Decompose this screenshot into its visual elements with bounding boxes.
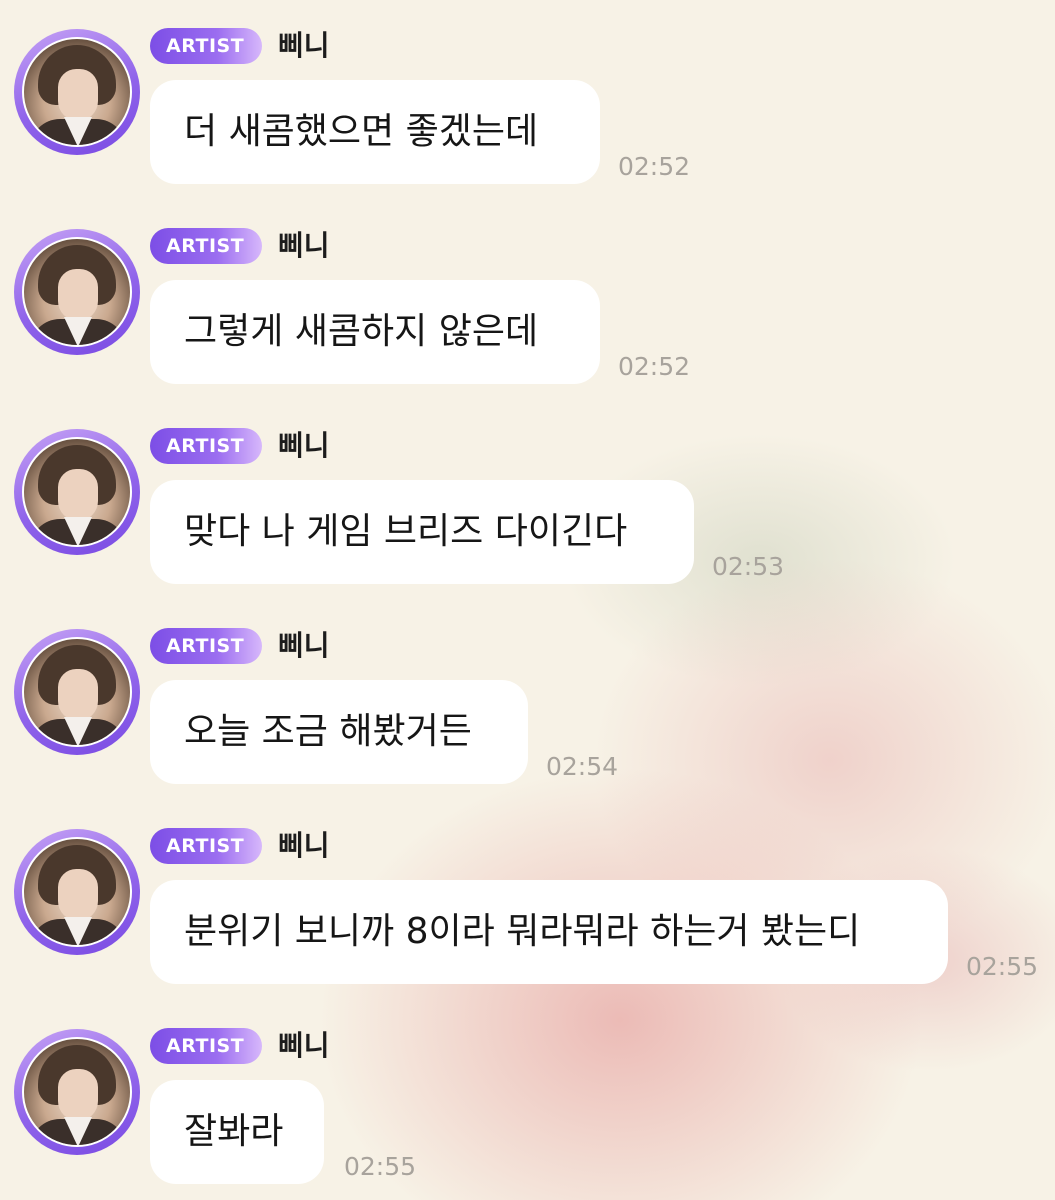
avatar-face bbox=[58, 69, 98, 121]
artist-badge: ARTIST bbox=[150, 228, 262, 264]
artist-badge: ARTIST bbox=[150, 1028, 262, 1064]
message-time: 02:55 bbox=[344, 1152, 417, 1181]
avatar-face bbox=[58, 469, 98, 521]
sender-name: 삐니 bbox=[278, 829, 330, 862]
chat-message: ARTIST 삐니 더 새콤했으면 좋겠는데 02:52 bbox=[0, 0, 1055, 200]
chat-message: ARTIST 삐니 분위기 보니까 8이라 뭐라뭐라 하는거 봤는디 02:55 bbox=[0, 800, 1055, 1000]
avatar[interactable] bbox=[22, 1037, 132, 1147]
chat-message: ARTIST 삐니 맞다 나 게임 브리즈 다이긴다 02:53 bbox=[0, 400, 1055, 600]
artist-badge: ARTIST bbox=[150, 428, 262, 464]
sender-name: 삐니 bbox=[278, 429, 330, 462]
avatar[interactable] bbox=[22, 37, 132, 147]
sender-name: 삐니 bbox=[278, 229, 330, 262]
avatar[interactable] bbox=[22, 637, 132, 747]
artist-badge: ARTIST bbox=[150, 28, 262, 64]
sender-name: 삐니 bbox=[278, 629, 330, 662]
message-bubble[interactable]: 더 새콤했으면 좋겠는데 bbox=[150, 80, 600, 184]
message-bubble[interactable]: 분위기 보니까 8이라 뭐라뭐라 하는거 봤는디 bbox=[150, 880, 948, 984]
message-time: 02:54 bbox=[546, 752, 619, 781]
sender-name: 삐니 bbox=[278, 29, 330, 62]
artist-badge: ARTIST bbox=[150, 628, 262, 664]
chat-message: ARTIST 삐니 오늘 조금 해봤거든 02:54 bbox=[0, 600, 1055, 800]
message-time: 02:52 bbox=[618, 352, 691, 381]
artist-badge: ARTIST bbox=[150, 828, 262, 864]
avatar[interactable] bbox=[22, 437, 132, 547]
sender-name: 삐니 bbox=[278, 1029, 330, 1062]
avatar[interactable] bbox=[22, 837, 132, 947]
avatar-face bbox=[58, 869, 98, 921]
message-time: 02:52 bbox=[618, 152, 691, 181]
avatar-face bbox=[58, 1069, 98, 1121]
message-bubble[interactable]: 잘봐라 bbox=[150, 1080, 324, 1184]
message-bubble[interactable]: 그렇게 새콤하지 않은데 bbox=[150, 280, 600, 384]
avatar-face bbox=[58, 669, 98, 721]
message-time: 02:55 bbox=[966, 952, 1039, 981]
message-bubble[interactable]: 맞다 나 게임 브리즈 다이긴다 bbox=[150, 480, 694, 584]
avatar-face bbox=[58, 269, 98, 321]
chat-message: ARTIST 삐니 그렇게 새콤하지 않은데 02:52 bbox=[0, 200, 1055, 400]
avatar[interactable] bbox=[22, 237, 132, 347]
message-time: 02:53 bbox=[712, 552, 785, 581]
message-bubble[interactable]: 오늘 조금 해봤거든 bbox=[150, 680, 528, 784]
chat-message: ARTIST 삐니 잘봐라 02:55 bbox=[0, 1000, 1055, 1200]
